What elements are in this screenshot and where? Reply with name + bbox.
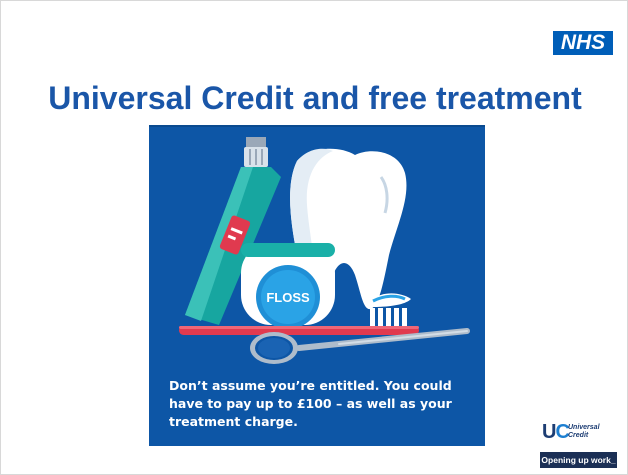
uc-mark-c: C	[555, 421, 569, 443]
floss-label: FLOSS	[266, 290, 310, 305]
dental-mirror-icon	[250, 328, 470, 364]
slide: NHS Universal Credit and free treatment	[0, 0, 628, 475]
uc-mark: UC	[542, 421, 570, 443]
poster-message: Don’t assume you’re entitled. You could …	[169, 378, 452, 429]
tagline: Opening up work_	[540, 452, 617, 468]
floss-container-icon: FLOSS	[241, 243, 335, 329]
uc-name: Universal Credit	[568, 424, 600, 439]
dental-poster: FLOSS Don’t assume you’re entitled. You …	[149, 125, 485, 446]
universal-credit-logo: UC Universal Credit	[542, 421, 617, 443]
nhs-logo: NHS	[553, 31, 613, 55]
page-title: Universal Credit and free treatment	[48, 80, 582, 116]
uc-mark-u: U	[542, 421, 556, 443]
